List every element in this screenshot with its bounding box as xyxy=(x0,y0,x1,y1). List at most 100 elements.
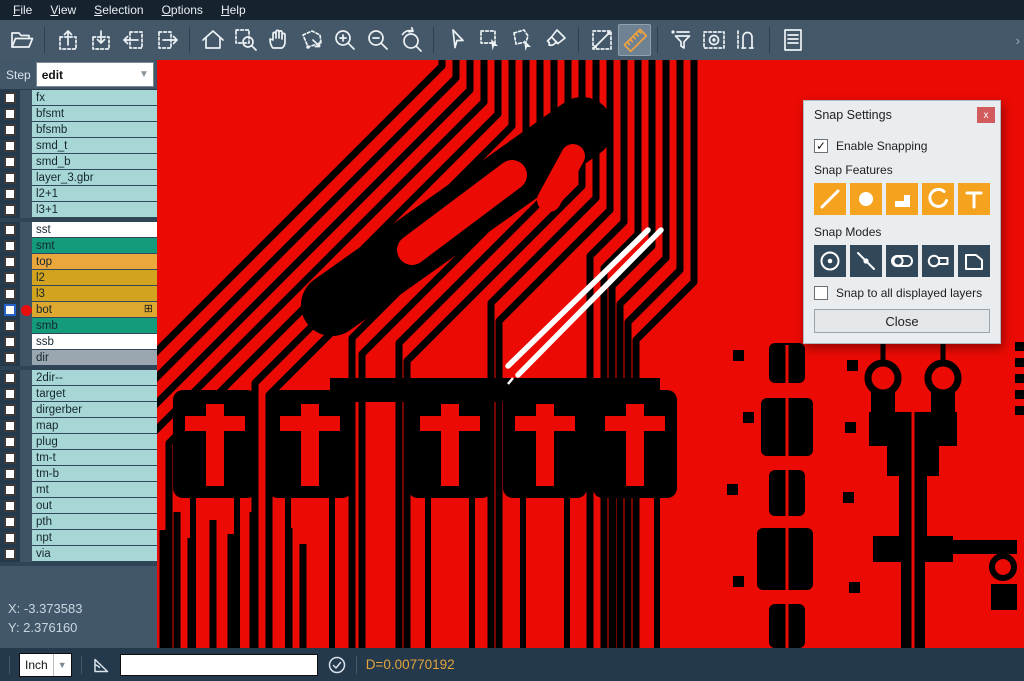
zoom-out-button[interactable] xyxy=(361,24,394,56)
layer-row-tm-t[interactable]: tm-t xyxy=(0,450,157,466)
layer-label[interactable]: mt xyxy=(32,482,157,498)
home-button[interactable] xyxy=(196,24,229,56)
layer-label[interactable]: top xyxy=(32,254,157,270)
import-right-button[interactable] xyxy=(150,24,183,56)
open-button[interactable] xyxy=(5,24,38,56)
menu-options[interactable]: Options xyxy=(153,1,212,19)
layer-checkbox[interactable] xyxy=(4,272,16,284)
menu-help[interactable]: Help xyxy=(212,1,255,19)
layer-checkbox[interactable] xyxy=(4,352,16,364)
dialog-close-icon[interactable]: x xyxy=(977,107,995,123)
close-button[interactable]: Close xyxy=(814,309,990,333)
dialog-title-bar[interactable]: Snap Settings x xyxy=(804,101,1000,128)
layer-row-2dir--[interactable]: 2dir-- xyxy=(0,370,157,386)
layer-row-ssb[interactable]: ssb xyxy=(0,334,157,350)
layer-label[interactable]: l2 xyxy=(32,270,157,286)
layer-checkbox[interactable] xyxy=(4,140,16,152)
layer-checkbox[interactable] xyxy=(4,256,16,268)
clean-button[interactable] xyxy=(539,24,572,56)
snap-feature-pad-button[interactable] xyxy=(850,183,882,215)
layer-checkbox[interactable] xyxy=(4,436,16,448)
layer-row-target[interactable]: target xyxy=(0,386,157,402)
layer-row-l2+1[interactable]: l2+1 xyxy=(0,186,157,202)
layer-row-bfsmt[interactable]: bfsmt xyxy=(0,106,157,122)
layer-checkbox[interactable] xyxy=(4,468,16,480)
layer-checkbox[interactable] xyxy=(4,288,16,300)
layer-checkbox[interactable] xyxy=(4,388,16,400)
snap-feature-arc-button[interactable] xyxy=(922,183,954,215)
layer-row-smt[interactable]: smt xyxy=(0,238,157,254)
measure-button[interactable] xyxy=(585,24,618,56)
layer-label[interactable]: bot⊞ xyxy=(32,302,157,318)
angle-icon[interactable] xyxy=(91,655,111,675)
layer-label[interactable]: ssb xyxy=(32,334,157,350)
all-layers-row[interactable]: Snap to all displayed layers xyxy=(814,286,990,300)
select-polygon-button[interactable] xyxy=(506,24,539,56)
layer-checkbox[interactable] xyxy=(4,108,16,120)
select-button[interactable] xyxy=(440,24,473,56)
layer-checkbox[interactable] xyxy=(4,124,16,136)
layer-label[interactable]: bfsmt xyxy=(32,106,157,122)
layer-checkbox[interactable] xyxy=(4,420,16,432)
layer-row-bfsmb[interactable]: bfsmb xyxy=(0,122,157,138)
layer-label[interactable]: npt xyxy=(32,530,157,546)
enable-snapping-row[interactable]: ✓ Enable Snapping xyxy=(814,139,990,153)
layer-checkbox[interactable] xyxy=(4,532,16,544)
layer-checkbox[interactable] xyxy=(4,320,16,332)
layer-row-plug[interactable]: plug xyxy=(0,434,157,450)
all-layers-checkbox[interactable] xyxy=(814,286,828,300)
zoom-window-button[interactable] xyxy=(229,24,262,56)
layer-row-npt[interactable]: npt xyxy=(0,530,157,546)
layer-row-top[interactable]: top xyxy=(0,254,157,270)
snap-feature-text-button[interactable] xyxy=(958,183,990,215)
layer-checkbox[interactable] xyxy=(4,240,16,252)
snap-mode-key-button[interactable] xyxy=(922,245,954,277)
enable-snapping-checkbox[interactable]: ✓ xyxy=(814,139,828,153)
layer-checkbox[interactable] xyxy=(4,336,16,348)
snap-mode-slot-button[interactable] xyxy=(886,245,918,277)
zoom-polygon-button[interactable] xyxy=(295,24,328,56)
layer-label[interactable]: sst xyxy=(32,222,157,238)
layer-label[interactable]: l3 xyxy=(32,286,157,302)
layer-label[interactable]: layer_3.gbr xyxy=(32,170,157,186)
layer-row-out[interactable]: out xyxy=(0,498,157,514)
menu-view[interactable]: View xyxy=(41,1,85,19)
report-button[interactable] xyxy=(776,24,809,56)
layer-checkbox[interactable] xyxy=(4,172,16,184)
layer-checkbox[interactable] xyxy=(4,224,16,236)
menu-selection[interactable]: Selection xyxy=(85,1,152,19)
layer-row-pth[interactable]: pth xyxy=(0,514,157,530)
layer-row-smd_t[interactable]: smd_t xyxy=(0,138,157,154)
layer-checkbox[interactable] xyxy=(4,92,16,104)
unit-select[interactable]: Inch ▼ xyxy=(19,653,72,677)
import-left-button[interactable] xyxy=(117,24,150,56)
layer-label[interactable]: map xyxy=(32,418,157,434)
layer-row-smd_b[interactable]: smd_b xyxy=(0,154,157,170)
layer-row-dir[interactable]: dir xyxy=(0,350,157,366)
layer-row-smb[interactable]: smb xyxy=(0,318,157,334)
layer-row-mt[interactable]: mt xyxy=(0,482,157,498)
layer-label[interactable]: 2dir-- xyxy=(32,370,157,386)
import-up-button[interactable] xyxy=(51,24,84,56)
layer-row-layer_3.gbr[interactable]: layer_3.gbr xyxy=(0,170,157,186)
layer-label[interactable]: tm-b xyxy=(32,466,157,482)
layer-label[interactable]: l3+1 xyxy=(32,202,157,218)
layer-checkbox[interactable] xyxy=(4,404,16,416)
layer-label[interactable]: smd_b xyxy=(32,154,157,170)
layer-row-fx[interactable]: fx xyxy=(0,90,157,106)
show-selection-button[interactable] xyxy=(697,24,730,56)
layer-label[interactable]: plug xyxy=(32,434,157,450)
zoom-previous-button[interactable] xyxy=(394,24,427,56)
layer-label[interactable]: out xyxy=(32,498,157,514)
layer-checkbox[interactable] xyxy=(4,548,16,560)
layer-label[interactable]: l2+1 xyxy=(32,186,157,202)
layer-label[interactable]: smt xyxy=(32,238,157,254)
command-input[interactable] xyxy=(120,654,318,676)
layer-checkbox[interactable] xyxy=(4,452,16,464)
snap-feature-surface-button[interactable] xyxy=(886,183,918,215)
layer-label[interactable]: smd_t xyxy=(32,138,157,154)
layer-row-dirgerber[interactable]: dirgerber xyxy=(0,402,157,418)
layer-checkbox[interactable] xyxy=(4,500,16,512)
layer-label[interactable]: fx xyxy=(32,90,157,106)
zoom-in-button[interactable] xyxy=(328,24,361,56)
